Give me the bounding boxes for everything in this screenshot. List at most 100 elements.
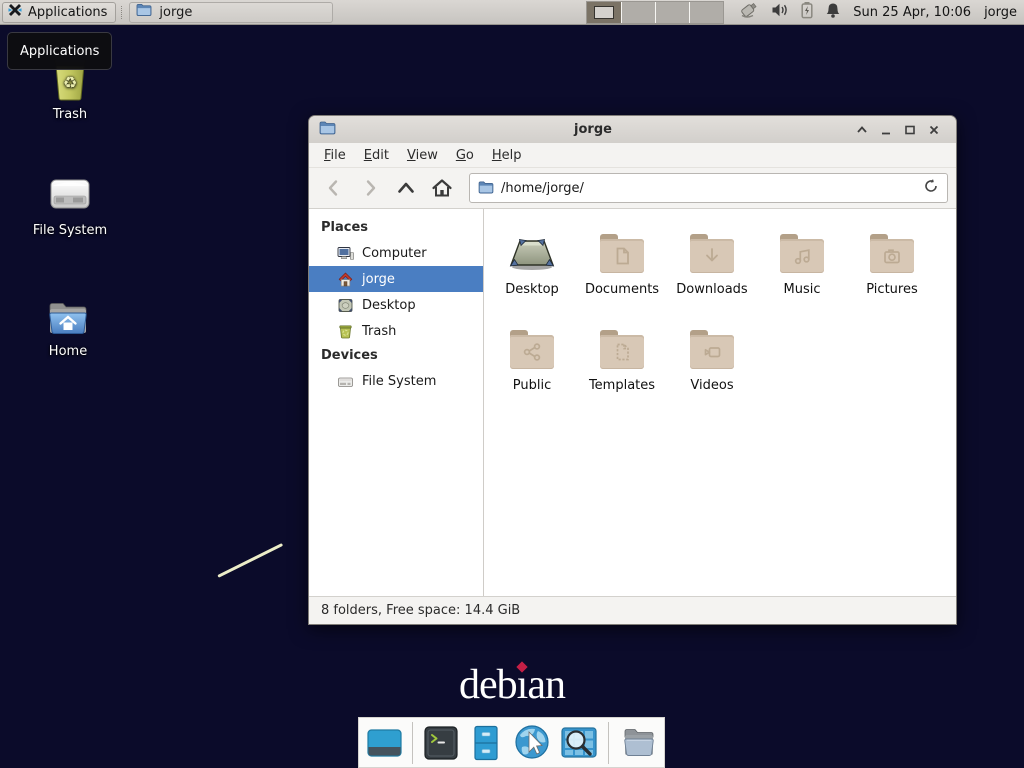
folder-icon-videos [689, 330, 735, 370]
folder-label: Downloads [676, 282, 747, 297]
web-browser-launcher[interactable] [512, 723, 552, 763]
folder-icon-templates [599, 330, 645, 370]
notifications-bell-icon[interactable] [825, 2, 841, 23]
folder-label: Music [784, 282, 821, 297]
window-title: jorge [336, 122, 850, 137]
forward-button[interactable] [353, 173, 387, 203]
status-text: 8 folders, Free space: 14.4 GiB [321, 603, 520, 618]
menu-file[interactable]: File [315, 145, 355, 166]
terminal-icon [422, 724, 460, 762]
computer-icon [337, 245, 354, 262]
folder-item-videos[interactable]: Videos [667, 322, 757, 418]
menu-bar: File Edit View Go Help [309, 143, 956, 168]
back-button[interactable] [317, 173, 351, 203]
debian-logo: debıan [0, 661, 1024, 709]
folder-item-documents[interactable]: Documents [577, 226, 667, 322]
applications-menu-button[interactable]: Applications [2, 2, 116, 23]
minimize-button[interactable] [874, 120, 898, 140]
home-icon [337, 271, 354, 288]
status-bar: 8 folders, Free space: 14.4 GiB [309, 596, 956, 624]
panel-clock[interactable]: Sun 25 Apr, 10:06 [853, 5, 971, 20]
path-input[interactable]: /home/jorge/ [501, 181, 916, 196]
menu-go[interactable]: Go [447, 145, 483, 166]
applications-tooltip: Applications [7, 32, 112, 70]
desktop-icon-label: Home [49, 344, 87, 359]
workspace-4[interactable] [689, 2, 723, 23]
workspace-2[interactable] [621, 2, 655, 23]
folder-label: Desktop [505, 282, 559, 297]
sidebar-item-label: Trash [362, 324, 396, 339]
folder-label: Pictures [866, 282, 917, 297]
file-manager-window: jorge File Edit View Go Help [308, 115, 957, 625]
folder-icon-documents [599, 234, 645, 274]
menu-edit[interactable]: Edit [355, 145, 398, 166]
show-desktop-button[interactable] [365, 723, 403, 763]
maximize-button[interactable] [898, 120, 922, 140]
workspace-3[interactable] [655, 2, 689, 23]
sidebar-item-label: Desktop [362, 298, 416, 313]
sidebar-item-desktop[interactable]: Desktop [309, 292, 483, 318]
tooltip-text: Applications [20, 44, 99, 59]
menu-help[interactable]: Help [483, 145, 531, 166]
directory-folder-icon [618, 723, 658, 763]
folder-item-public[interactable]: Public [487, 322, 577, 418]
debian-logo-text: deb [459, 662, 517, 708]
desktop-mini-icon [337, 297, 354, 314]
drive-mini-icon [337, 373, 354, 390]
folder-icon-pictures [869, 234, 915, 274]
folder-item-templates[interactable]: Templates [577, 322, 667, 418]
path-folder-icon [478, 179, 494, 198]
desktop-icon-home[interactable]: Home [20, 297, 116, 359]
home-button[interactable] [425, 173, 459, 203]
shade-button[interactable] [850, 120, 874, 140]
taskbar-window-label: jorge [159, 5, 192, 20]
directory-menu-launcher[interactable] [618, 723, 658, 763]
folder-label: Public [513, 378, 551, 393]
folder-label: Documents [585, 282, 659, 297]
terminal-launcher[interactable] [422, 723, 460, 763]
folder-item-desktop[interactable]: Desktop [487, 226, 577, 322]
panel-username[interactable]: jorge [984, 5, 1017, 20]
sidebar-item-computer[interactable]: Computer [309, 240, 483, 266]
folder-icon-music [779, 234, 825, 274]
file-manager-launcher[interactable] [467, 723, 505, 763]
folder-label: Templates [589, 378, 655, 393]
workspace-window-thumb [594, 6, 614, 19]
folder-item-pictures[interactable]: Pictures [847, 226, 937, 322]
dock-separator [412, 722, 413, 764]
workspace-switcher [586, 1, 724, 24]
folder-item-music[interactable]: Music [757, 226, 847, 322]
sidebar-item-file-system[interactable]: File System [309, 368, 483, 394]
taskbar-window-button[interactable]: jorge [129, 2, 333, 23]
stray-line-artifact [217, 543, 283, 578]
window-content: Places Computer jorge [309, 209, 956, 596]
sidebar-item-trash[interactable]: Trash [309, 318, 483, 344]
home-folder-icon [45, 297, 91, 339]
up-button[interactable] [389, 173, 423, 203]
battery-icon[interactable] [800, 1, 814, 23]
close-button[interactable] [922, 120, 946, 140]
sidebar-item-jorge[interactable]: jorge [309, 266, 483, 292]
sidebar-item-label: File System [362, 374, 436, 389]
folder-label: Videos [690, 378, 733, 393]
reload-icon[interactable] [923, 178, 939, 198]
volume-icon[interactable] [771, 2, 789, 22]
folder-item-downloads[interactable]: Downloads [667, 226, 757, 322]
sidebar-item-label: jorge [362, 272, 395, 287]
taskbar-folder-icon [136, 3, 152, 21]
places-header: Places [309, 216, 483, 240]
application-finder-launcher[interactable] [559, 723, 599, 763]
workspace-1[interactable] [587, 2, 620, 23]
menu-view[interactable]: View [398, 145, 447, 166]
network-icon[interactable] [738, 0, 760, 24]
window-titlebar[interactable]: jorge [309, 116, 956, 143]
bottom-dock [358, 717, 665, 768]
toolbar: /home/jorge/ [309, 168, 956, 209]
desktop-icon-label: Trash [53, 107, 87, 122]
sidebar-item-label: Computer [362, 246, 427, 261]
system-tray [738, 0, 841, 24]
desktop-icon-file-system[interactable]: File System [22, 172, 118, 238]
panel-grip[interactable] [121, 6, 125, 19]
devices-header: Devices [309, 344, 483, 368]
path-bar[interactable]: /home/jorge/ [469, 173, 948, 203]
